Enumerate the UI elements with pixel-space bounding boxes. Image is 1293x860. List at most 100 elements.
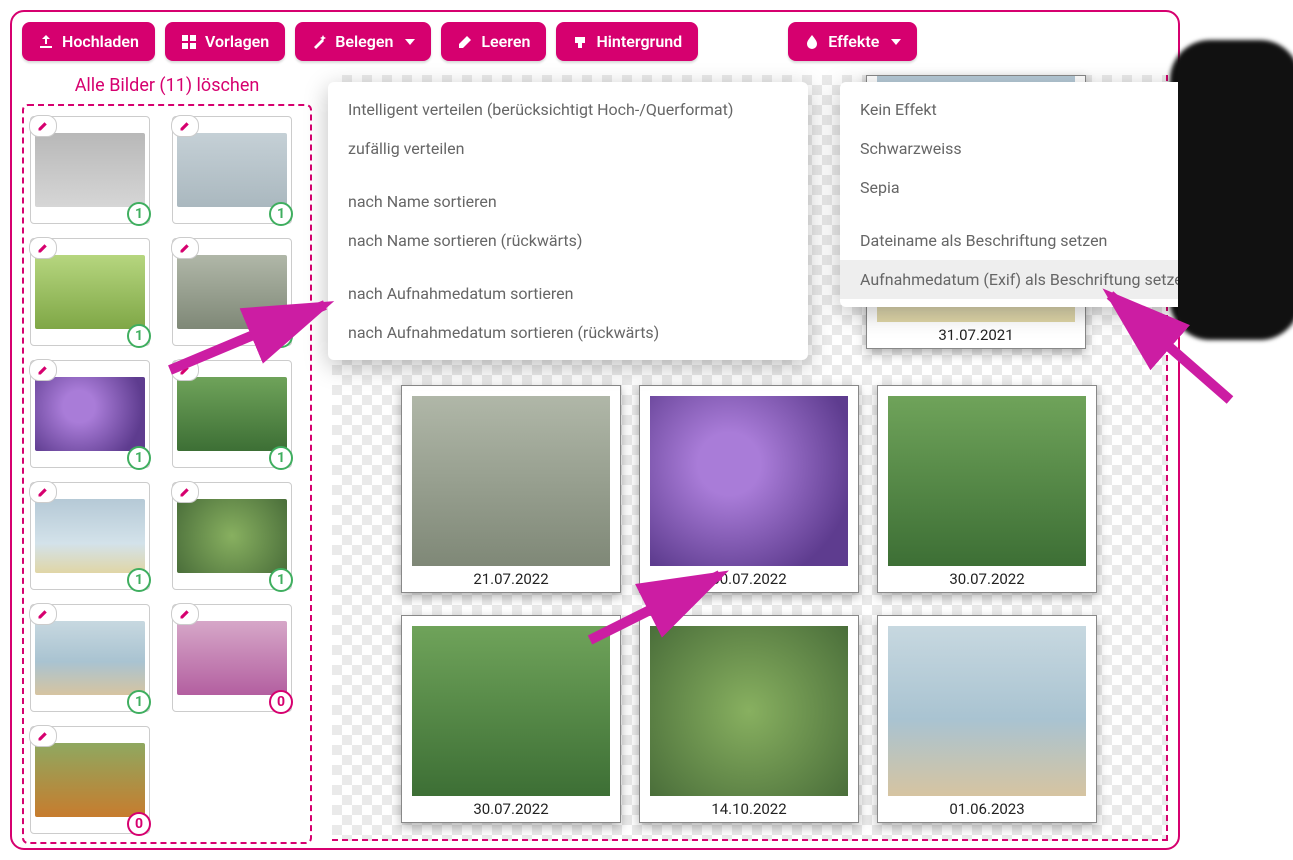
wand-icon — [311, 34, 327, 50]
thumbnail-image — [177, 255, 287, 329]
pencil-icon[interactable] — [29, 359, 57, 381]
usage-badge: 1 — [269, 202, 293, 226]
thumbnail[interactable]: 1 — [30, 238, 150, 346]
upload-icon — [38, 34, 54, 50]
toolbar-spacer — [708, 22, 778, 61]
polaroid-image — [888, 626, 1086, 796]
thumbnail-image — [177, 499, 287, 573]
thumbnail[interactable]: 1 — [172, 482, 292, 590]
pencil-icon[interactable] — [29, 725, 57, 747]
chevron-down-icon — [891, 39, 901, 45]
usage-badge: 1 — [127, 202, 151, 226]
polaroid-card[interactable]: 30.07.2022 — [877, 385, 1097, 593]
polaroid-card[interactable]: 14.10.2022 — [639, 615, 859, 823]
thumbnail-image — [177, 621, 287, 695]
chevron-down-icon — [405, 39, 415, 45]
thumbnail[interactable]: 1 — [30, 482, 150, 590]
upload-label: Hochladen — [62, 32, 139, 51]
clear-label: Leeren — [481, 32, 530, 51]
usage-badge: 1 — [269, 446, 293, 470]
thumbnail[interactable]: 1 — [172, 238, 292, 346]
polaroid-caption: 21.07.2022 — [412, 566, 610, 588]
menu-schwarzweiss[interactable]: Schwarzweiss — [840, 129, 1180, 168]
pencil-icon[interactable] — [29, 481, 57, 503]
menu-aufnahmedatum-beschriftung[interactable]: Aufnahmedatum (Exif) als Beschriftung se… — [840, 260, 1180, 299]
thumbnail-image — [35, 255, 145, 329]
usage-badge: 1 — [127, 324, 151, 348]
polaroid-image — [650, 626, 848, 796]
paint-icon — [572, 34, 588, 50]
thumbnail[interactable]: 0 — [30, 726, 150, 834]
app-frame: Hochladen Vorlagen Belegen Leeren Hinter… — [10, 10, 1180, 850]
thumbnail-image — [35, 743, 145, 817]
pencil-icon[interactable] — [171, 115, 199, 137]
polaroid-image — [412, 626, 610, 796]
polaroid-caption: 30.07.2022 — [888, 566, 1086, 588]
menu-kein-effekt[interactable]: Kein Effekt — [840, 90, 1180, 129]
usage-badge: 1 — [269, 324, 293, 348]
menu-sort-name-rev[interactable]: nach Name sortieren (rückwärts) — [328, 221, 808, 260]
sidebar: Alle Bilder (11) löschen 11111111100 — [22, 75, 312, 841]
polaroid-caption: 31.07.2021 — [877, 322, 1075, 344]
thumbnail[interactable]: 1 — [30, 360, 150, 468]
pencil-icon[interactable] — [29, 603, 57, 625]
effects-button[interactable]: Effekte — [788, 22, 917, 61]
effects-dropdown: Kein Effekt Schwarzweiss Sepia Dateiname… — [840, 82, 1180, 307]
thumbnail-image — [35, 499, 145, 573]
polaroid-caption: 30.07.2022 — [412, 796, 610, 818]
thumbnail-image — [35, 133, 145, 207]
assign-label: Belegen — [335, 32, 393, 51]
background-button[interactable]: Hintergrund — [556, 22, 698, 61]
thumbnail-grid: 11111111100 — [22, 104, 312, 844]
menu-dateiname-beschriftung[interactable]: Dateiname als Beschriftung setzen — [840, 221, 1180, 260]
pencil-icon[interactable] — [29, 115, 57, 137]
toolbar: Hochladen Vorlagen Belegen Leeren Hinter… — [22, 22, 1168, 61]
thumbnail-image — [177, 377, 287, 451]
polaroid-caption: 30.07.2022 — [650, 566, 848, 588]
upload-button[interactable]: Hochladen — [22, 22, 155, 61]
usage-badge: 1 — [127, 568, 151, 592]
menu-sort-date[interactable]: nach Aufnahmedatum sortieren — [328, 274, 808, 313]
droplet-icon — [804, 34, 820, 50]
usage-badge: 0 — [127, 812, 151, 836]
pencil-icon[interactable] — [171, 603, 199, 625]
usage-badge: 1 — [269, 568, 293, 592]
polaroid-image — [650, 396, 848, 566]
thumbnail[interactable]: 1 — [172, 116, 292, 224]
polaroid-card[interactable]: 30.07.2022 — [639, 385, 859, 593]
menu-zufaellig-verteilen[interactable]: zufällig verteilen — [328, 129, 808, 168]
polaroid-card[interactable]: 21.07.2022 — [401, 385, 621, 593]
thumbnail[interactable]: 1 — [172, 360, 292, 468]
menu-intelligent-verteilen[interactable]: Intelligent verteilen (berücksichtigt Ho… — [328, 90, 808, 129]
polaroid-caption: 01.06.2023 — [888, 796, 1086, 818]
polaroid-card[interactable]: 01.06.2023 — [877, 615, 1097, 823]
polaroid-image — [412, 396, 610, 566]
thumbnail[interactable]: 1 — [30, 604, 150, 712]
assign-dropdown: Intelligent verteilen (berücksichtigt Ho… — [328, 82, 808, 360]
pencil-icon[interactable] — [171, 359, 199, 381]
thumbnail[interactable]: 1 — [30, 116, 150, 224]
polaroid-caption: 14.10.2022 — [650, 796, 848, 818]
effects-label: Effekte — [828, 32, 879, 51]
background-label: Hintergrund — [596, 32, 682, 51]
decorative-shadow — [1170, 40, 1293, 340]
pencil-icon[interactable] — [171, 481, 199, 503]
usage-badge: 1 — [127, 446, 151, 470]
polaroid-image — [888, 396, 1086, 566]
menu-sort-date-rev[interactable]: nach Aufnahmedatum sortieren (rückwärts) — [328, 313, 808, 352]
polaroid-card[interactable]: 30.07.2022 — [401, 615, 621, 823]
thumbnail-image — [35, 621, 145, 695]
menu-sort-name[interactable]: nach Name sortieren — [328, 182, 808, 221]
templates-button[interactable]: Vorlagen — [165, 22, 285, 61]
clear-button[interactable]: Leeren — [441, 22, 546, 61]
thumbnail[interactable]: 0 — [172, 604, 292, 712]
pencil-icon[interactable] — [29, 237, 57, 259]
pencil-icon[interactable] — [171, 237, 199, 259]
assign-button[interactable]: Belegen — [295, 22, 431, 61]
eraser-icon — [457, 34, 473, 50]
usage-badge: 1 — [127, 690, 151, 714]
thumbnail-image — [35, 377, 145, 451]
delete-all-link[interactable]: Alle Bilder (11) löschen — [22, 75, 312, 96]
templates-label: Vorlagen — [205, 32, 269, 51]
menu-sepia[interactable]: Sepia — [840, 168, 1180, 207]
